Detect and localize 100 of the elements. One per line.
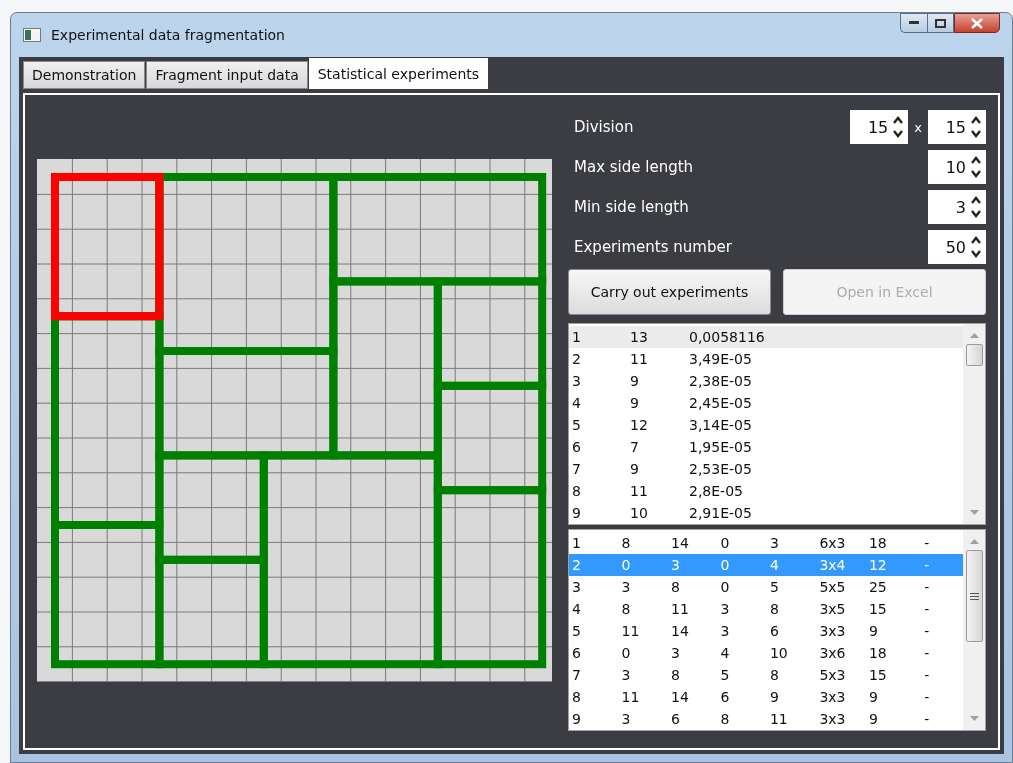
list-cell-text: 3: [571, 579, 582, 595]
list-cell-text: 6: [571, 439, 582, 455]
list-cell-text: 3x3: [818, 689, 847, 705]
scrollbar-thumb[interactable]: [965, 344, 983, 366]
spin-arrows-icon[interactable]: [970, 194, 982, 220]
list-row[interactable]: 6 7 1,95E-05: [569, 436, 963, 458]
list-cell-text: 10: [768, 645, 789, 661]
list-row[interactable]: 3 3 8 0 5 5x5 25 -: [569, 576, 963, 598]
list-cell-text: 8: [669, 579, 681, 595]
parameter-label: Experiments number: [573, 238, 733, 256]
list-cell-text: 0: [719, 557, 731, 573]
tab[interactable]: Statistical experiments: [308, 58, 489, 89]
list-row[interactable]: 2 11 3,49E-05: [569, 348, 963, 370]
close-button[interactable]: [954, 13, 1000, 33]
list-cell-text: 9: [629, 461, 640, 477]
list-cell-text: 3: [669, 557, 681, 573]
list-cell-text: 2: [571, 351, 582, 367]
list-cell-text: 11: [620, 689, 641, 705]
list-row[interactable]: 7 9 2,53E-05: [569, 458, 963, 480]
list-cell-text: 3,14E-05: [688, 417, 753, 433]
list-cell-text: 7: [629, 439, 640, 455]
list-cell-text: 2,38E-05: [688, 373, 753, 389]
number-spinner[interactable]: 3: [928, 190, 986, 224]
list-cell-text: 4: [571, 601, 582, 617]
minimize-button[interactable]: [900, 13, 927, 33]
list-cell-text: -: [923, 557, 931, 573]
list-row[interactable]: 8 11 14 6 9 3x3 9 -: [569, 686, 963, 708]
action-button[interactable]: Carry out experiments: [568, 269, 771, 315]
app-icon: [23, 28, 41, 42]
number-spinner[interactable]: 50: [928, 230, 986, 264]
list-cell-text: 0,0058116: [688, 329, 766, 345]
list-cell-text: 14: [669, 535, 690, 551]
spin-arrows-icon[interactable]: [970, 154, 982, 180]
close-icon: [971, 17, 983, 29]
list-cell-text: 5: [571, 417, 582, 433]
tab[interactable]: Fragment input data: [146, 61, 308, 89]
list-box[interactable]: 1 13 0,0058116 2 11 3,49E-05 3 9 2,38E-05 4 9 2,45E-05 5 12 3,14E-05 6 7 1,95E-05 7 9 2,53E-05 8 11 2,8E-05 9 10 2,91E-05: [568, 323, 986, 525]
parameter-label: Max side length: [573, 158, 695, 176]
list-cell-text: 11: [669, 601, 690, 617]
list-row[interactable]: 5 12 3,14E-05: [569, 414, 963, 436]
list-cell-text: 6: [768, 623, 780, 639]
list-cell-text: -: [923, 667, 931, 683]
list-cell-text: 8: [669, 667, 681, 683]
list-cell-text: 2,53E-05: [688, 461, 753, 477]
list-row[interactable]: 9 3 6 8 11 3x3 9 -: [569, 708, 963, 730]
scrollbar-thumb[interactable]: [965, 550, 983, 642]
list-cell-text: 5: [719, 667, 731, 683]
list-cell-text: 1: [571, 329, 582, 345]
list-cell-text: 10: [629, 505, 649, 521]
list-box[interactable]: 1 8 14 0 3 6x3 18 - 2 0 3 0 4 3x4 12 - 3 3 8 0 5 5x5 25 - 4 8 11 3 8 3x5 15 - 5 11 14 3 6 3x3 9 - 6 0 3 4 10 3x6 18 - 7 3 8 5 8 5x3 15 - 8 11 14 6 9 3x3 9 - 9 3 6 8 11 3x3 9 -: [568, 529, 986, 731]
list-cell-text: 9: [768, 689, 780, 705]
list-cell-text: 18: [867, 645, 888, 661]
list-cell-text: 3: [719, 601, 731, 617]
list-row[interactable]: 6 0 3 4 10 3x6 18 -: [569, 642, 963, 664]
list-row[interactable]: 9 10 2,91E-05: [569, 502, 963, 524]
list-cell-text: 5x5: [818, 579, 847, 595]
number-spinner[interactable]: 15: [928, 110, 986, 144]
list-cell-text: -: [923, 689, 931, 705]
grip-icon: [969, 592, 979, 600]
list-cell-text: 3: [669, 645, 681, 661]
list-cell-text: 1,95E-05: [688, 439, 753, 455]
list-cell-text: 3: [768, 535, 780, 551]
list-row[interactable]: 1 13 0,0058116: [569, 326, 963, 348]
list-cell-text: 14: [669, 623, 690, 639]
list-cell-text: 5x3: [818, 667, 847, 683]
list-row[interactable]: 1 8 14 0 3 6x3 18 -: [569, 532, 963, 554]
list-cell-text: 3x3: [818, 711, 847, 727]
list-cell-text: 12: [629, 417, 649, 433]
list-cell-text: -: [923, 711, 931, 727]
list-row[interactable]: 4 9 2,45E-05: [569, 392, 963, 414]
list-cell-text: 8: [768, 601, 780, 617]
list-cell-text: 9: [629, 395, 640, 411]
list-cell-text: 8: [571, 689, 582, 705]
list-cell-text: 9: [629, 373, 640, 389]
number-spinner[interactable]: 10: [928, 150, 986, 184]
list-cell-text: 25: [867, 579, 888, 595]
number-spinner[interactable]: 15: [850, 110, 909, 144]
list-cell-text: 15: [867, 667, 888, 683]
maximize-button[interactable]: [927, 13, 954, 33]
list-row[interactable]: 3 9 2,38E-05: [569, 370, 963, 392]
list-row[interactable]: 4 8 11 3 8 3x5 15 -: [569, 598, 963, 620]
list-row[interactable]: 5 11 14 3 6 3x3 9 -: [569, 620, 963, 642]
list-cell-text: -: [923, 535, 931, 551]
tab[interactable]: Demonstration: [23, 61, 146, 89]
spin-arrows-icon[interactable]: [892, 114, 905, 140]
list-cell-text: 3: [571, 373, 582, 389]
list-cell-text: 0: [620, 557, 632, 573]
list-cell-text: 8: [768, 667, 780, 683]
list-row[interactable]: 8 11 2,8E-05: [569, 480, 963, 502]
spin-arrows-icon[interactable]: [970, 234, 982, 260]
list-row[interactable]: 7 3 8 5 8 5x3 15 -: [569, 664, 963, 686]
list-cell-text: 3: [620, 579, 632, 595]
list-cell-text: 18: [867, 535, 888, 551]
list-cell-text: 3x3: [818, 623, 847, 639]
list-cell-text: 8: [620, 535, 632, 551]
list-cell-text: -: [923, 579, 931, 595]
spin-arrows-icon[interactable]: [970, 114, 982, 140]
list-cell-text: 5: [571, 623, 582, 639]
list-cell-text: 7: [571, 461, 582, 477]
minimize-icon: [909, 21, 919, 25]
